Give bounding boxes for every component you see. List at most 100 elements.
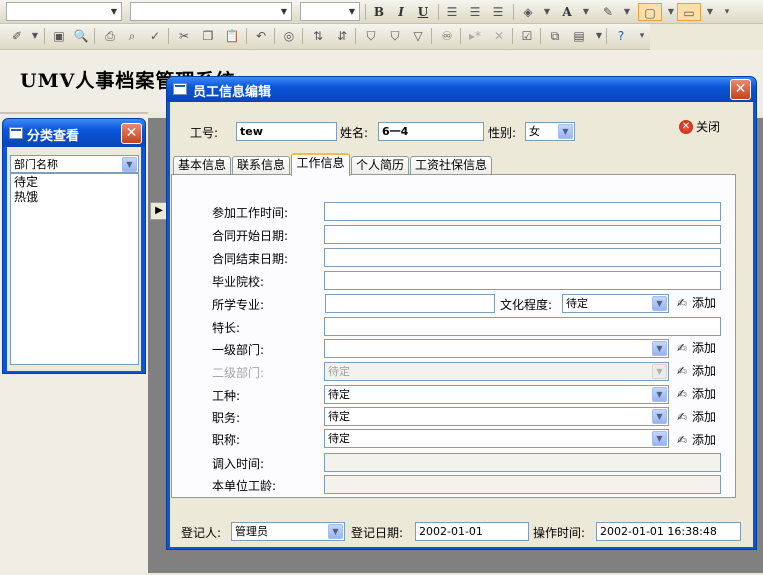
transfer-date-field[interactable] bbox=[324, 453, 721, 472]
list-item[interactable]: 待定 bbox=[14, 175, 135, 190]
add-dept1-button[interactable]: ✍ 添加 bbox=[672, 339, 724, 358]
editor-titlebar[interactable]: 员工信息编辑 ✕ bbox=[167, 77, 756, 102]
join-work-date-field[interactable] bbox=[324, 202, 721, 221]
font-combo-2[interactable]: ▼ bbox=[130, 2, 292, 21]
dept1-label: 一级部门: bbox=[212, 343, 265, 357]
bold-button[interactable]: B bbox=[370, 3, 388, 21]
toolbar-separator bbox=[512, 28, 513, 44]
seniority-field[interactable] bbox=[324, 475, 721, 494]
school-label: 毕业院校: bbox=[212, 275, 265, 289]
align-right-icon[interactable]: ☰ bbox=[489, 3, 507, 21]
id-field[interactable]: tew bbox=[236, 122, 337, 141]
line-color-icon[interactable]: ✎ bbox=[599, 3, 617, 21]
filter-by-form-icon[interactable]: ⛉ bbox=[386, 27, 404, 45]
save-icon[interactable]: ▣ bbox=[50, 27, 68, 45]
category-list[interactable]: 待定 热饿 bbox=[10, 173, 139, 365]
education-select[interactable]: 待定 ▼ bbox=[562, 294, 669, 313]
close-button[interactable]: ✕ 关闭 bbox=[679, 119, 729, 135]
align-center-icon[interactable]: ☰ bbox=[466, 3, 484, 21]
window-icon bbox=[173, 83, 187, 95]
dept1-select[interactable]: ▼ bbox=[324, 339, 669, 358]
dept2-select: 待定 ▼ bbox=[324, 362, 669, 381]
italic-button[interactable]: I bbox=[392, 3, 410, 21]
editor-body: 工号: tew 姓名: 6一4 性别: 女 ▼ ✕ 关闭 基本信息 联系信息 工… bbox=[170, 102, 753, 547]
hyperlink-icon[interactable]: ◎ bbox=[280, 27, 298, 45]
name-field[interactable]: 6一4 bbox=[378, 122, 484, 141]
sort-descending-icon[interactable]: ⇵ bbox=[333, 27, 351, 45]
font-combo-1[interactable]: ▼ bbox=[6, 2, 122, 21]
chevron-down-icon[interactable]: ▼ bbox=[618, 3, 636, 21]
sort-ascending-icon[interactable]: ⇅ bbox=[309, 27, 327, 45]
tab-basic-info[interactable]: 基本信息 bbox=[173, 156, 231, 175]
copy-icon[interactable]: ❐ bbox=[199, 27, 217, 45]
help-icon[interactable]: ? bbox=[612, 27, 630, 45]
contract-end-field[interactable] bbox=[324, 248, 721, 267]
properties-icon[interactable]: ☑ bbox=[518, 27, 536, 45]
spelling-icon[interactable]: ✓ bbox=[146, 27, 164, 45]
job-type-select[interactable]: 待定 ▼ bbox=[324, 385, 669, 404]
chevron-down-icon[interactable]: ▼ bbox=[577, 3, 595, 21]
search-icon[interactable]: 🔍 bbox=[72, 27, 90, 45]
fill-color-icon[interactable]: ◈ bbox=[519, 3, 537, 21]
pencil-icon: ✍ bbox=[676, 364, 688, 378]
toolbar-options-icon[interactable]: ▾ bbox=[718, 3, 736, 21]
tab-work-info[interactable]: 工作信息 bbox=[291, 153, 350, 176]
chevron-down-icon: ▼ bbox=[652, 296, 667, 311]
paste-icon[interactable]: 📋 bbox=[223, 27, 241, 45]
chevron-down-icon[interactable]: ▼ bbox=[26, 27, 44, 45]
underline-button[interactable]: U bbox=[414, 3, 432, 21]
align-left-icon[interactable]: ☰ bbox=[443, 3, 461, 21]
add-title-button[interactable]: ✍ 添加 bbox=[672, 431, 724, 450]
apply-filter-icon[interactable]: ▽ bbox=[409, 27, 427, 45]
category-selector[interactable]: 部门名称 ▼ bbox=[10, 155, 139, 173]
special-effect-icon[interactable]: ▭ bbox=[677, 3, 701, 21]
tab-salary-insurance[interactable]: 工资社保信息 bbox=[410, 156, 492, 175]
contract-start-field[interactable] bbox=[324, 225, 721, 244]
chevron-down-icon[interactable]: ▼ bbox=[538, 3, 556, 21]
font-color-icon[interactable]: A bbox=[558, 3, 576, 21]
toolbar-separator bbox=[44, 28, 45, 44]
gender-select[interactable]: 女 ▼ bbox=[525, 122, 575, 141]
op-time-label: 操作时间: bbox=[533, 526, 586, 540]
specialty-field[interactable] bbox=[324, 317, 721, 336]
employee-editor-window: 员工信息编辑 ✕ 工号: tew 姓名: 6一4 性别: 女 ▼ ✕ 关闭 基本… bbox=[166, 76, 757, 550]
add-job-type-button[interactable]: ✍ 添加 bbox=[672, 385, 724, 404]
cut-icon[interactable]: ✂ bbox=[175, 27, 193, 45]
add-dept2-button[interactable]: ✍ 添加 bbox=[672, 362, 724, 381]
close-icon[interactable]: ✕ bbox=[121, 123, 142, 144]
print-preview-icon[interactable]: ⌕ bbox=[123, 27, 141, 45]
undo-icon[interactable]: ↶ bbox=[252, 27, 270, 45]
chevron-down-icon[interactable]: ▼ bbox=[701, 3, 719, 21]
registrar-select[interactable]: 管理员 ▼ bbox=[231, 522, 345, 541]
design-view-icon[interactable]: ✐ bbox=[8, 27, 26, 45]
add-education-button[interactable]: ✍ 添加 bbox=[672, 294, 724, 313]
school-field[interactable] bbox=[324, 271, 721, 290]
chevron-down-icon: ▼ bbox=[652, 409, 667, 424]
major-field[interactable] bbox=[325, 294, 495, 313]
title-select[interactable]: 待定 ▼ bbox=[324, 429, 669, 448]
new-object-icon[interactable]: ▤ bbox=[570, 27, 588, 45]
find-icon[interactable]: ♾ bbox=[438, 27, 456, 45]
list-item[interactable]: 热饿 bbox=[14, 190, 135, 205]
position-select[interactable]: 待定 ▼ bbox=[324, 407, 669, 426]
toolbar-separator bbox=[460, 28, 461, 44]
close-icon: ✕ bbox=[679, 120, 693, 134]
tab-contact-info[interactable]: 联系信息 bbox=[232, 156, 290, 175]
border-icon[interactable]: ▢ bbox=[638, 3, 662, 21]
chevron-down-icon: ▼ bbox=[328, 524, 343, 539]
tab-page-work-info: 参加工作时间: 合同开始日期: 合同结束日期: 毕业院校: 所学专业: 文化程度… bbox=[171, 174, 736, 498]
reg-date-field[interactable]: 2002-01-01 bbox=[415, 522, 529, 541]
close-icon[interactable]: ✕ bbox=[730, 79, 751, 100]
new-record-icon[interactable]: ▸* bbox=[466, 27, 484, 45]
filter-by-selection-icon[interactable]: ⛉ bbox=[362, 27, 380, 45]
database-window-icon[interactable]: ⧉ bbox=[546, 27, 564, 45]
tab-resume[interactable]: 个人简历 bbox=[351, 156, 409, 175]
font-size-combo[interactable]: ▼ bbox=[300, 2, 360, 21]
add-position-button[interactable]: ✍ 添加 bbox=[672, 408, 724, 427]
toolbar-options-icon[interactable]: ▾ bbox=[633, 27, 651, 45]
toolbar-separator bbox=[431, 28, 432, 44]
op-time-field[interactable]: 2002-01-01 16:38:48 bbox=[596, 522, 741, 541]
category-window-titlebar[interactable]: 分类查看 ✕ bbox=[3, 119, 145, 147]
print-icon[interactable]: ⎙ bbox=[101, 27, 119, 45]
delete-record-icon[interactable]: ✕ bbox=[490, 27, 508, 45]
